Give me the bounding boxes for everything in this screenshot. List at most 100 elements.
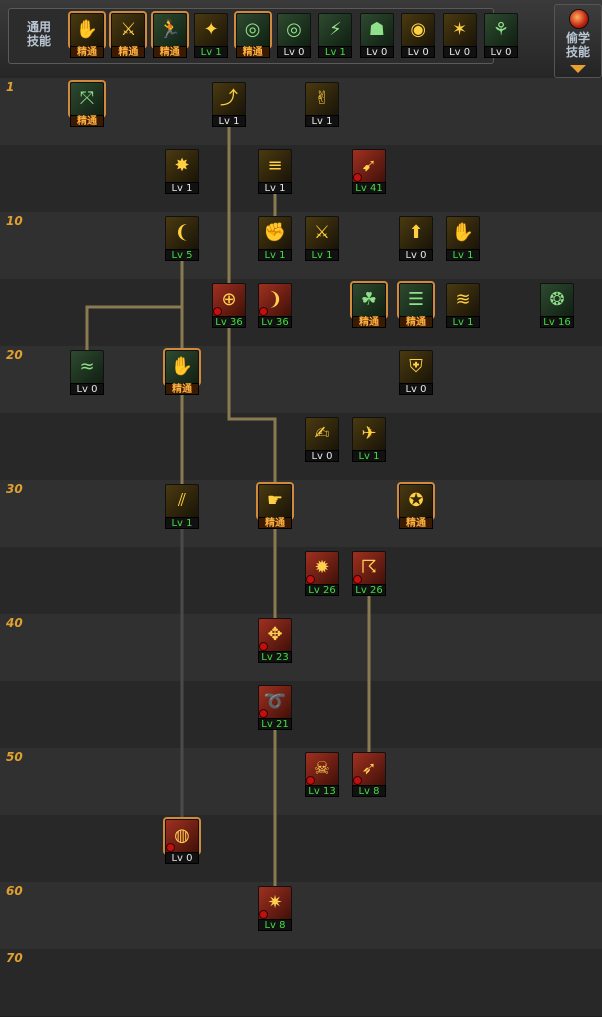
common-skill-slot[interactable]: ◉ Lv 0 (401, 13, 436, 58)
skill-level-tag: Lv 1 (165, 182, 199, 194)
tree-skill-slot[interactable]: ≋ Lv 1 (446, 283, 480, 328)
common-skill-slot[interactable]: 🏃 精通 (152, 13, 187, 58)
common-skill-slot[interactable]: ⚡ Lv 1 (318, 13, 353, 58)
tree-skill-slot[interactable]: ⤧ 精通 (70, 82, 104, 127)
tier-row: 70 (0, 949, 602, 1017)
tier-row (0, 547, 602, 615)
lock-icon (259, 642, 268, 651)
skill-level-tag: 精通 (70, 115, 104, 127)
skill-level-tag: Lv 0 (484, 46, 518, 58)
lock-icon (259, 307, 268, 316)
skill-level-tag: Lv 13 (305, 785, 339, 797)
skill-icon: ☗ (359, 13, 394, 47)
skill-icon: ≋ (446, 283, 480, 317)
tree-skill-slot[interactable]: ✋ Lv 1 (446, 216, 480, 261)
skill-icon: ◉ (401, 13, 436, 47)
lock-icon (353, 575, 362, 584)
tier-row (0, 279, 602, 347)
skill-level-tag: Lv 1 (194, 46, 229, 58)
common-skill-slot[interactable]: ✶ Lv 0 (442, 13, 477, 58)
level-requirement-label: 50 (6, 750, 23, 764)
skill-icon: ⚘ (484, 13, 518, 47)
tree-skill-slot[interactable]: ⫽ Lv 1 (165, 484, 199, 529)
skill-level-tag: Lv 26 (305, 584, 339, 596)
tree-skill-slot[interactable]: ☛ 精通 (258, 484, 292, 529)
level-requirement-label: 30 (6, 482, 23, 496)
tree-skill-slot[interactable]: ➶ Lv 8 (352, 752, 386, 797)
tier-row: 50 (0, 748, 602, 816)
tree-skill-slot[interactable]: ☠ Lv 13 (305, 752, 339, 797)
tree-skill-slot[interactable]: ✹ Lv 26 (305, 551, 339, 596)
skill-level-tag: Lv 36 (258, 316, 292, 328)
lock-icon (213, 307, 222, 316)
skill-level-tag: 精通 (399, 316, 433, 328)
common-skill-slot[interactable]: ⚘ Lv 0 (484, 13, 518, 58)
common-skill-slot[interactable]: ☗ Lv 0 (359, 13, 394, 58)
common-skill-slot[interactable]: ◎ Lv 0 (277, 13, 311, 58)
lock-icon (353, 173, 362, 182)
tree-skill-slot[interactable]: ⊕ Lv 36 (212, 283, 246, 328)
common-skills-bar: 通用 技能 ✋ 精通 ⚔ 精通 🏃 精通 ✦ Lv 1 ◎ 精通 ◎ Lv 0 ⚡ Lv 1 ☗ Lv 0 ◉ L… (0, 0, 602, 79)
tree-skill-slot[interactable]: ☈ Lv 26 (352, 551, 386, 596)
skill-level-tag: Lv 8 (352, 785, 386, 797)
tree-skill-slot[interactable]: ❨ Lv 5 (165, 216, 199, 261)
skill-icon: ☰ (399, 283, 433, 317)
tree-skill-slot[interactable]: ⚔ Lv 1 (305, 216, 339, 261)
common-skill-slot[interactable]: ✋ 精通 (70, 13, 104, 58)
skill-icon: ✍ (305, 417, 339, 451)
tree-skill-slot[interactable]: ☘ 精通 (352, 283, 386, 328)
tree-skill-slot[interactable]: ✌ Lv 1 (305, 82, 339, 127)
common-skill-slot[interactable]: ⚔ 精通 (111, 13, 146, 58)
common-skill-slot[interactable]: ✦ Lv 1 (194, 13, 229, 58)
common-skill-slot[interactable]: ◎ 精通 (235, 13, 270, 58)
skill-icon: ◎ (235, 13, 270, 47)
tree-skill-slot[interactable]: ≈ Lv 0 (70, 350, 104, 395)
tree-skill-slot[interactable]: ✊ Lv 1 (258, 216, 292, 261)
skill-level-tag: Lv 0 (70, 383, 104, 395)
lock-icon (306, 776, 315, 785)
skill-level-tag: Lv 36 (212, 316, 246, 328)
level-requirement-label: 40 (6, 616, 23, 630)
secret-skills-label: 偷学 技能 (565, 31, 590, 59)
skill-icon: ☛ (258, 484, 292, 518)
tree-skill-slot[interactable]: ✍ Lv 0 (305, 417, 339, 462)
skill-level-tag: Lv 0 (399, 249, 433, 261)
lock-icon (259, 709, 268, 718)
tree-skill-slot[interactable]: ⬆ Lv 0 (399, 216, 433, 261)
skill-level-tag: Lv 1 (352, 450, 386, 462)
common-skills-label: 通用 技能 (26, 20, 51, 48)
tree-skill-slot[interactable]: ✥ Lv 23 (258, 618, 292, 663)
tree-skill-slot[interactable]: ⛨ Lv 0 (399, 350, 433, 395)
level-requirement-label: 70 (6, 951, 23, 965)
tier-row: 30 (0, 480, 602, 548)
skill-icon: ✋ (70, 13, 104, 47)
tree-skill-slot[interactable]: ✪ 精通 (399, 484, 433, 529)
lock-icon (259, 910, 268, 919)
skill-level-tag: Lv 0 (305, 450, 339, 462)
tier-row (0, 145, 602, 213)
skill-level-tag: Lv 41 (352, 182, 386, 194)
tree-skill-slot[interactable]: ✋ 精通 (165, 350, 199, 395)
tree-skill-slot[interactable]: ❩ Lv 36 (258, 283, 292, 328)
skill-level-tag: Lv 16 (540, 316, 574, 328)
skill-level-tag: 精通 (70, 46, 104, 58)
skill-icon: ⚔ (111, 13, 146, 47)
secret-skills-button[interactable]: 偷学 技能 (554, 4, 602, 78)
tree-skill-slot[interactable]: ◍ Lv 0 (165, 819, 199, 864)
skill-level-tag: 精通 (165, 383, 199, 395)
tree-skill-slot[interactable]: ➹ Lv 41 (352, 149, 386, 194)
skill-level-tag: Lv 1 (446, 249, 480, 261)
tree-skill-slot[interactable]: ≡ Lv 1 (258, 149, 292, 194)
level-requirement-label: 1 (6, 80, 15, 94)
skill-level-tag: Lv 0 (165, 852, 199, 864)
tree-skill-slot[interactable]: ⤴ Lv 1 (212, 82, 246, 127)
skill-level-tag: Lv 0 (401, 46, 436, 58)
skill-icon: ✋ (446, 216, 480, 250)
tree-skill-slot[interactable]: ✈ Lv 1 (352, 417, 386, 462)
tree-skill-slot[interactable]: ✷ Lv 8 (258, 886, 292, 931)
tree-skill-slot[interactable]: ➰ Lv 21 (258, 685, 292, 730)
tree-skill-slot[interactable]: ☰ 精通 (399, 283, 433, 328)
tree-skill-slot[interactable]: ✸ Lv 1 (165, 149, 199, 194)
tree-skill-slot[interactable]: ❂ Lv 16 (540, 283, 574, 328)
skill-icon: ✋ (165, 350, 199, 384)
